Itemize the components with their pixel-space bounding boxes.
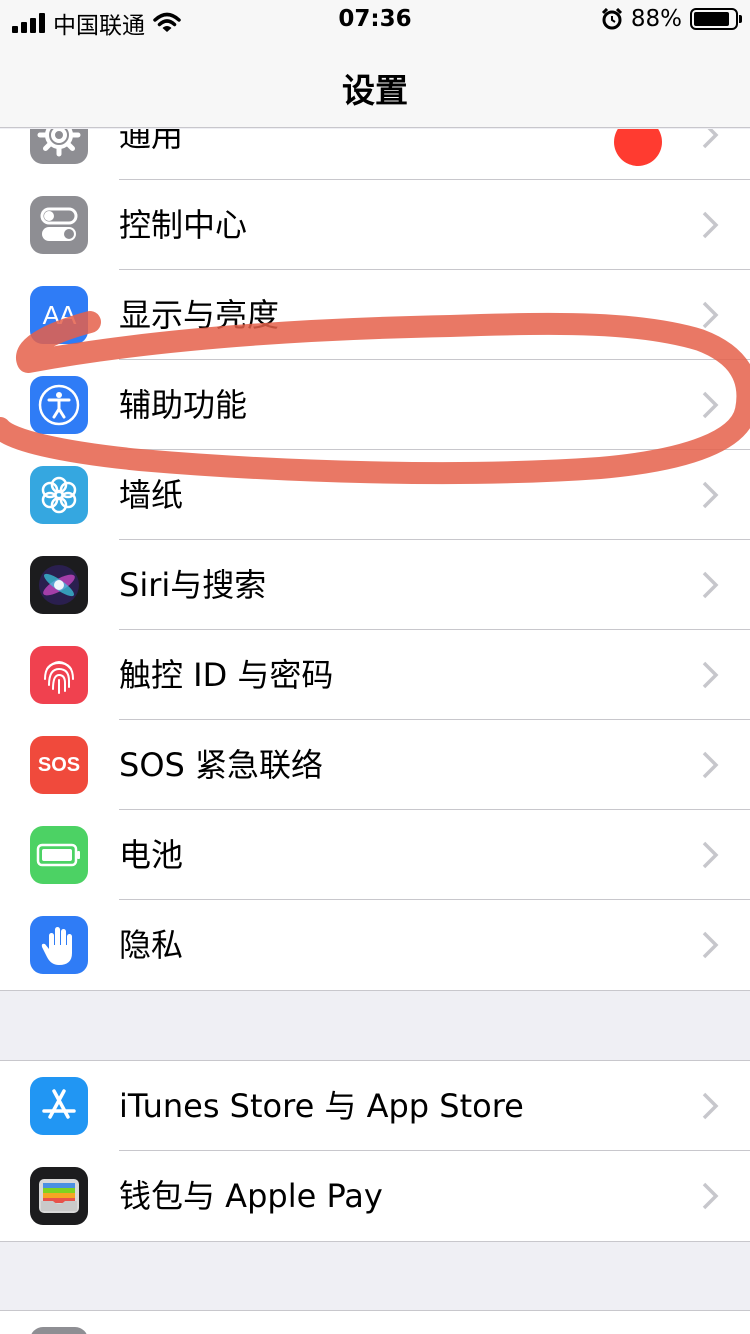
page-title: 设置 xyxy=(342,71,408,110)
status-bar: 中国联通 07:36 88% xyxy=(0,0,750,40)
wallpaper-flower-icon xyxy=(30,466,88,524)
chevron-right-icon xyxy=(702,211,719,239)
settings-row-label: iTunes Store 与 App Store xyxy=(119,1087,524,1125)
settings-group-1: 通用 控制中心 AA 显示与亮度 辅助功能 墙纸 Siri与搜索 触控 ID 与… xyxy=(0,129,750,991)
settings-list[interactable]: 通用 控制中心 AA 显示与亮度 辅助功能 墙纸 Siri与搜索 触控 ID 与… xyxy=(0,129,750,1334)
chevron-right-icon xyxy=(702,661,719,689)
chevron-right-icon xyxy=(702,129,719,149)
alarm-icon xyxy=(601,8,622,30)
settings-group-2: iTunes Store 与 App Store 钱包与 Apple Pay xyxy=(0,1060,750,1242)
settings-row-touch-id[interactable]: 触控 ID 与密码 xyxy=(0,630,750,720)
settings-row-label: 电池 xyxy=(119,836,184,874)
settings-row-sos[interactable]: SOS SOS 紧急联络 xyxy=(0,720,750,810)
settings-row-label: 辅助功能 xyxy=(119,386,248,424)
sos-icon: SOS xyxy=(30,736,88,794)
display-icon-text: AA xyxy=(42,299,77,330)
settings-row-label: Siri与搜索 xyxy=(119,566,267,604)
battery-settings-icon xyxy=(30,826,88,884)
settings-row-label: 钱包与 Apple Pay xyxy=(119,1177,383,1215)
settings-row-privacy[interactable]: 隐私 xyxy=(0,900,750,990)
settings-row-battery[interactable]: 电池 xyxy=(0,810,750,900)
settings-row-label: SOS 紧急联络 xyxy=(119,746,323,784)
chevron-right-icon xyxy=(702,1182,719,1210)
chevron-right-icon xyxy=(702,571,719,599)
app-store-icon xyxy=(30,1077,88,1135)
chevron-right-icon xyxy=(702,751,719,779)
settings-group-3 xyxy=(0,1310,750,1334)
settings-row-control-center[interactable]: 控制中心 xyxy=(0,180,750,270)
settings-row-label: 隐私 xyxy=(119,926,184,964)
battery-icon xyxy=(690,8,742,30)
accessibility-icon xyxy=(30,376,88,434)
status-right: 88% xyxy=(601,6,742,32)
settings-row-wallpaper[interactable]: 墙纸 xyxy=(0,450,750,540)
partial-row-icon xyxy=(30,1327,88,1334)
settings-row-siri[interactable]: Siri与搜索 xyxy=(0,540,750,630)
settings-row-app-store[interactable]: iTunes Store 与 App Store xyxy=(0,1061,750,1151)
settings-row-label: 控制中心 xyxy=(119,206,248,244)
notification-badge xyxy=(614,129,662,166)
settings-row-label: 触控 ID 与密码 xyxy=(119,656,334,694)
chevron-right-icon xyxy=(702,931,719,959)
settings-row-display[interactable]: AA 显示与亮度 xyxy=(0,270,750,360)
siri-icon xyxy=(30,556,88,614)
sos-icon-text: SOS xyxy=(37,753,81,776)
wallet-icon xyxy=(30,1167,88,1225)
settings-row-label: 显示与亮度 xyxy=(119,296,280,334)
chevron-right-icon xyxy=(702,301,719,329)
privacy-hand-icon xyxy=(30,916,88,974)
control-center-icon xyxy=(30,196,88,254)
settings-row-wallet[interactable]: 钱包与 Apple Pay xyxy=(0,1151,750,1241)
chevron-right-icon xyxy=(702,1092,719,1120)
chevron-right-icon xyxy=(702,481,719,509)
battery-percent: 88% xyxy=(630,6,682,32)
chevron-right-icon xyxy=(702,841,719,869)
gear-icon xyxy=(30,129,88,164)
settings-row-label: 通用 xyxy=(119,129,184,154)
chevron-right-icon xyxy=(702,391,719,419)
settings-row-accessibility[interactable]: 辅助功能 xyxy=(0,360,750,450)
settings-row-general[interactable]: 通用 xyxy=(0,129,750,180)
display-brightness-icon: AA xyxy=(30,286,88,344)
settings-row-label: 墙纸 xyxy=(119,476,184,514)
fingerprint-icon xyxy=(30,646,88,704)
navigation-bar: 设置 xyxy=(0,40,750,128)
